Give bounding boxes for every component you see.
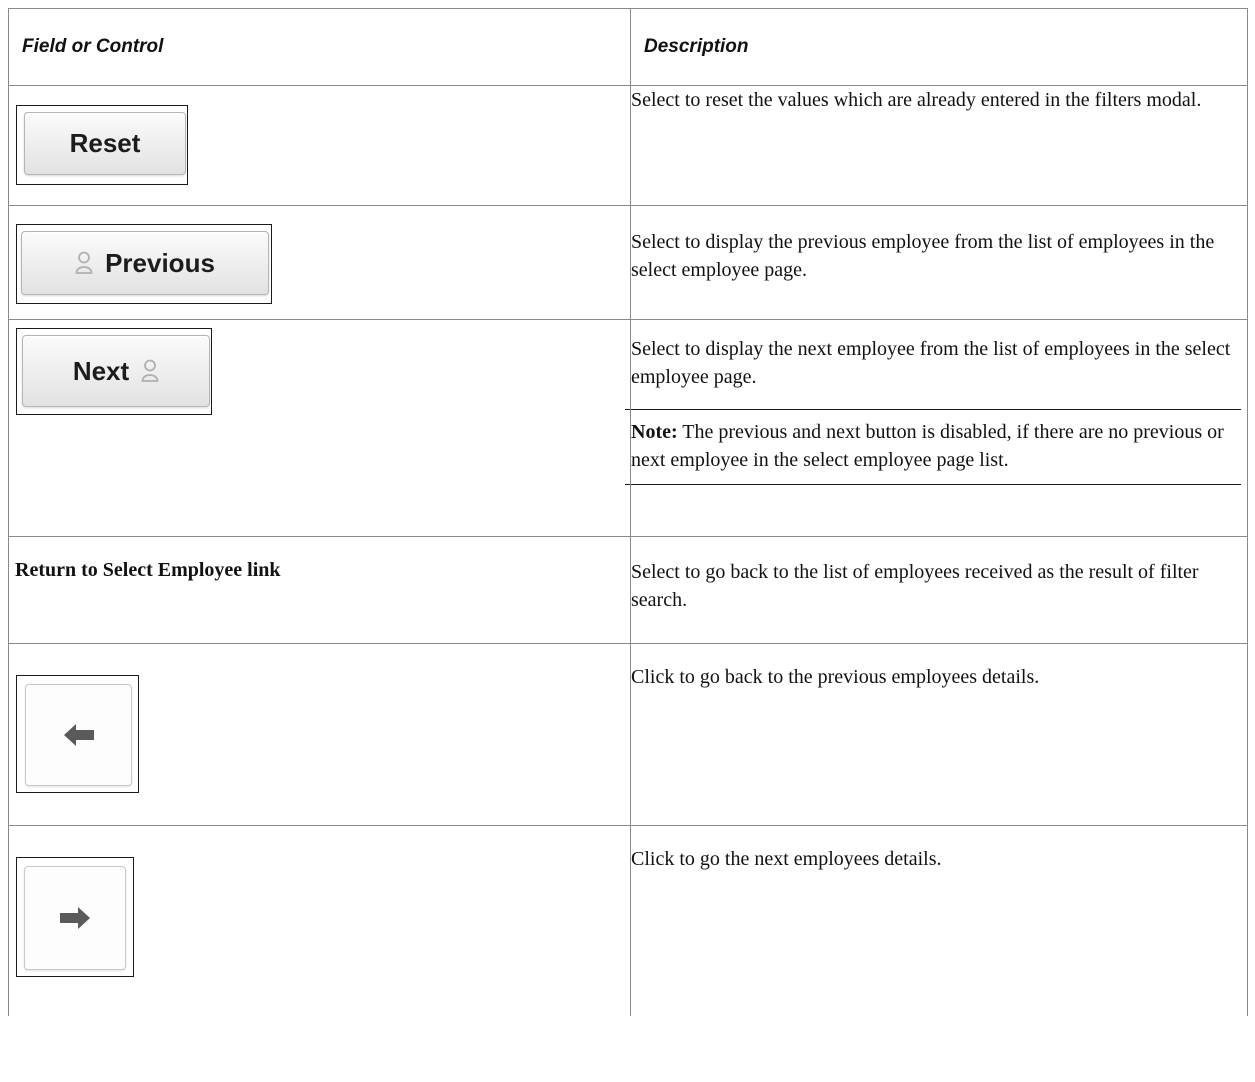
note-text: The previous and next button is disabled… <box>631 421 1224 471</box>
description-text: Select to go back to the list of employe… <box>631 561 1199 611</box>
next-button-label: Next <box>72 355 130 386</box>
forward-arrow-button[interactable] <box>24 866 126 970</box>
description-cell: Click to go the next employees details. <box>630 825 1248 1016</box>
description-cell: Select to go back to the list of employe… <box>630 536 1248 644</box>
table-row: Previous Select to display the previous … <box>8 205 1248 320</box>
next-button-screenshot: Next <box>16 328 212 415</box>
back-arrow-button[interactable] <box>25 684 132 786</box>
reset-button-screenshot: Reset <box>16 105 188 185</box>
field-description-table: Field or Control Description Reset Selec… <box>8 8 1248 1016</box>
control-cell: Reset <box>8 85 631 206</box>
back-arrow-button-screenshot <box>16 675 139 793</box>
description-cell: Select to display the next employee from… <box>625 319 1248 537</box>
control-cell: Previous <box>8 205 631 320</box>
forward-arrow-button-screenshot <box>16 857 134 977</box>
control-cell <box>8 643 631 826</box>
control-cell: Return to Select Employee link <box>8 536 631 644</box>
table-row: Click to go the next employees details. <box>8 825 1248 1016</box>
note-label: Note: <box>631 421 678 443</box>
description-text: Select to reset the values which are alr… <box>631 89 1202 111</box>
person-icon <box>141 359 159 383</box>
table-row: Reset Select to reset the values which a… <box>8 85 1248 206</box>
table-row: Next Select to display the next employee… <box>8 319 1248 537</box>
right-arrow-icon <box>60 907 90 929</box>
control-cell <box>8 825 631 1016</box>
table-header-row: Field or Control Description <box>8 8 1248 86</box>
reset-button[interactable]: Reset <box>24 112 186 175</box>
control-cell: Next <box>8 319 631 537</box>
description-cell: Select to reset the values which are alr… <box>630 85 1248 206</box>
description-text: Select to display the previous employee … <box>631 231 1215 281</box>
return-to-select-employee-link-label: Return to Select Employee link <box>15 559 281 581</box>
left-arrow-icon <box>63 724 94 746</box>
note-box: Note: The previous and next button is di… <box>625 409 1241 485</box>
previous-button[interactable]: Previous <box>21 231 269 295</box>
header-field-or-control: Field or Control <box>8 8 631 86</box>
reset-button-label: Reset <box>69 128 141 158</box>
description-cell: Click to go back to the previous employe… <box>630 643 1248 826</box>
description-text: Click to go back to the previous employe… <box>631 666 1040 688</box>
person-icon <box>75 251 93 275</box>
next-button[interactable]: Next <box>22 335 210 407</box>
description-text: Click to go the next employees details. <box>631 848 942 870</box>
table-row: Click to go back to the previous employe… <box>8 643 1248 826</box>
previous-button-label: Previous <box>105 247 215 278</box>
header-description: Description <box>630 8 1248 86</box>
description-text: Select to display the next employee from… <box>631 338 1231 388</box>
description-cell: Select to display the previous employee … <box>630 205 1248 320</box>
table-row: Return to Select Employee link Select to… <box>8 536 1248 644</box>
previous-button-screenshot: Previous <box>16 224 272 304</box>
